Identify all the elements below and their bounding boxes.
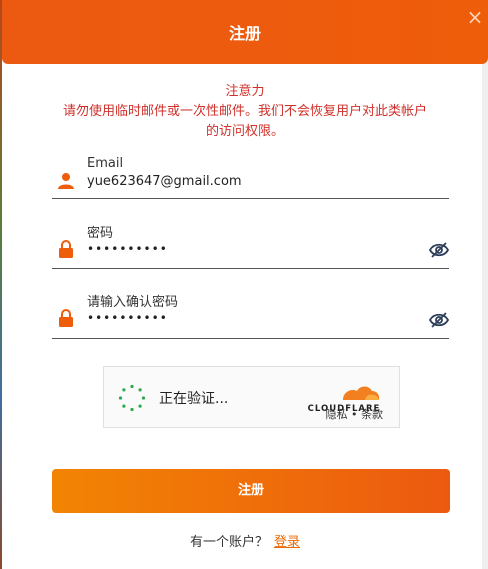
spinner-icon [118, 384, 146, 412]
login-prompt-text: 有一个账户？ [189, 535, 268, 550]
captcha-status: 正在验证... [159, 391, 229, 407]
confirm-password-field[interactable]: 请输入确认密码 •••••••••• [52, 291, 450, 339]
eye-off-icon[interactable] [428, 242, 450, 258]
close-icon[interactable]: × [464, 6, 486, 28]
password-input[interactable]: •••••••••• [87, 242, 168, 256]
user-icon [58, 172, 74, 190]
terms-link[interactable]: 条款 [361, 408, 383, 421]
email-input[interactable]: yue623647@gmail.com [87, 174, 242, 189]
login-link[interactable]: 登录 [274, 535, 300, 550]
notice-title: 注意力 [225, 84, 265, 99]
password-field[interactable]: 密码 •••••••••• [52, 222, 450, 269]
modal-title: 注册 [228, 24, 261, 43]
modal-header: 注册 × [2, 0, 488, 64]
confirm-password-label: 请输入确认密码 [87, 295, 179, 310]
lock-icon [58, 240, 74, 258]
lock-icon [58, 309, 74, 327]
email-label: Email [87, 156, 124, 171]
captcha-links: 隐私 • 条款 [326, 406, 384, 422]
register-modal: 注册 × 注意力 请勿使用临时邮件或一次性邮件。我们不会恢复用户对此类帐户 的访… [2, 0, 488, 569]
notice-line-1: 请勿使用临时邮件或一次性邮件。我们不会恢复用户对此类帐户 [62, 104, 427, 119]
privacy-link[interactable]: 隐私 [326, 408, 348, 421]
register-button[interactable]: 注册 [52, 469, 450, 513]
eye-off-icon[interactable] [428, 312, 450, 328]
password-label: 密码 [87, 226, 114, 241]
email-field[interactable]: Email yue623647@gmail.com [52, 156, 449, 199]
notice-message: 注意力 请勿使用临时邮件或一次性邮件。我们不会恢复用户对此类帐户 的访问权限。 [2, 82, 488, 142]
login-prompt: 有一个账户？ 登录 [2, 531, 488, 550]
cloudflare-captcha[interactable]: 正在验证... CLOUDFLARE 隐私 • 条款 [103, 366, 400, 428]
notice-line-2: 的访问权限。 [205, 124, 284, 139]
confirm-password-input[interactable]: •••••••••• [87, 311, 168, 325]
links-separator: • [351, 408, 358, 421]
